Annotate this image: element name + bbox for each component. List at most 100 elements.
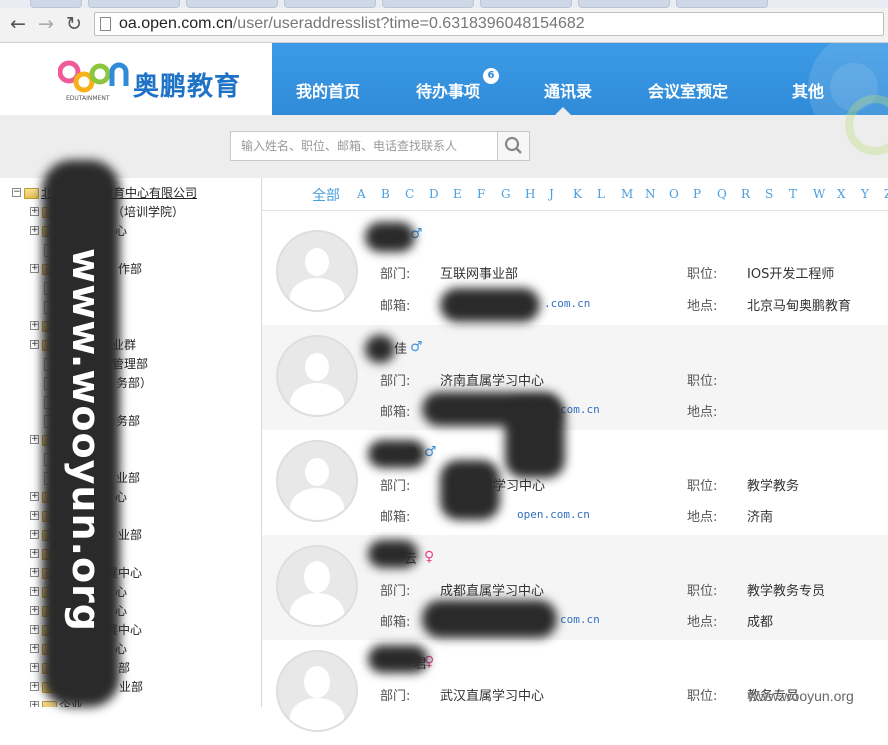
tree-node[interactable]: 管理部	[0, 355, 260, 374]
expand-icon[interactable]: +	[30, 663, 39, 672]
tree-node[interactable]: + 展中心	[0, 564, 260, 583]
browser-tab[interactable]	[382, 0, 474, 8]
tree-node[interactable]: + 业群	[0, 336, 260, 355]
tree-node[interactable]: + 展中心	[0, 621, 260, 640]
letter-a[interactable]: A	[357, 187, 366, 201]
browser-tab[interactable]	[88, 0, 180, 8]
tree-node[interactable]: +	[0, 545, 260, 564]
back-icon[interactable]: ←	[6, 12, 30, 36]
tree-node[interactable]: 务部）	[0, 374, 260, 393]
letter-f[interactable]: F	[477, 187, 485, 201]
reload-icon[interactable]: ↻	[62, 12, 86, 36]
expand-icon[interactable]: +	[30, 568, 39, 577]
letter-q[interactable]: Q	[717, 187, 727, 201]
tree-node[interactable]: +	[0, 317, 260, 336]
expand-icon[interactable]: +	[30, 511, 39, 520]
expand-icon[interactable]: +	[30, 226, 39, 235]
expand-icon[interactable]: +	[30, 207, 39, 216]
browser-tab[interactable]	[676, 0, 768, 8]
tree-node[interactable]: + 心	[0, 602, 260, 621]
letter-z[interactable]: Z	[884, 187, 888, 201]
letter-j[interactable]: J	[549, 187, 554, 201]
letter-n[interactable]: N	[645, 187, 656, 201]
expand-icon[interactable]: +	[30, 549, 39, 558]
collapse-icon[interactable]: −	[12, 188, 21, 197]
tree-root[interactable]: − 北 教育中心有限公司	[0, 184, 260, 203]
letter-s[interactable]: S	[765, 187, 773, 201]
browser-tab[interactable]	[480, 0, 572, 8]
contact-card[interactable]: 佳 ♂ 部门: 济南直属学习中心 邮箱: com.cn 职位: 地点:	[262, 325, 888, 430]
email-value[interactable]: open.com.cn	[517, 508, 590, 521]
letter-x[interactable]: X	[837, 187, 846, 201]
nav-todo[interactable]: 待办事项	[416, 43, 480, 115]
letter-y[interactable]: Y	[861, 187, 869, 201]
search-button[interactable]	[497, 131, 530, 161]
expand-icon[interactable]: +	[30, 264, 39, 273]
nav-meeting-room[interactable]: 会议室预定	[648, 43, 728, 115]
expand-icon[interactable]: +	[30, 606, 39, 615]
browser-tab[interactable]	[578, 0, 670, 8]
forward-icon[interactable]: →	[34, 12, 58, 36]
tree-node[interactable]: +	[0, 507, 260, 526]
tree-node[interactable]: + 部	[0, 659, 260, 678]
tree-node[interactable]	[0, 393, 260, 412]
expand-icon[interactable]: +	[30, 530, 39, 539]
tree-node[interactable]: + 心	[0, 583, 260, 602]
expand-icon[interactable]: +	[30, 701, 39, 707]
letter-r[interactable]: R	[741, 187, 750, 201]
address-bar[interactable]: oa.open.com.cn/user/useraddresslist?time…	[94, 12, 884, 36]
contact-card[interactable]: ♂ 部门: 互联网事业部 邮箱: .com.cn 职位: IOS开发工程师 地点…	[262, 220, 888, 325]
nav-contacts[interactable]: 通讯录	[544, 43, 592, 115]
letter-l[interactable]: L	[597, 187, 605, 201]
letter-e[interactable]: E	[453, 187, 462, 201]
expand-icon[interactable]: +	[30, 625, 39, 634]
letter-k[interactable]: K	[573, 187, 582, 201]
open-logo-icon[interactable]: EDUTAINMENT	[58, 58, 130, 102]
filter-all[interactable]: 全部	[312, 185, 340, 205]
browser-tab[interactable]	[186, 0, 278, 8]
tree-node[interactable]: + 作部	[0, 260, 260, 279]
letter-t[interactable]: T	[789, 187, 797, 201]
tree-node[interactable]: 业部	[0, 469, 260, 488]
expand-icon[interactable]: +	[30, 340, 39, 349]
tree-node[interactable]: +职业 业部	[0, 678, 260, 697]
letter-h[interactable]: H	[525, 187, 535, 201]
tree-node[interactable]	[0, 279, 260, 298]
email-value[interactable]: com.cn	[560, 403, 600, 416]
nav-other[interactable]: 其他	[792, 43, 824, 115]
letter-g[interactable]: G	[501, 187, 511, 201]
nav-home[interactable]: 我的首页	[296, 43, 360, 115]
letter-c[interactable]: C	[405, 187, 414, 201]
letter-d[interactable]: D	[429, 187, 439, 201]
contact-card[interactable]: 雷 ♂ 部门: 直属学习中心 邮箱: open.com.cn 职位: 教学教务 …	[262, 430, 888, 535]
tree-node[interactable]	[0, 450, 260, 469]
browser-tab[interactable]	[284, 0, 376, 8]
tree-node[interactable]: + （培训学院）	[0, 203, 260, 222]
tree-node[interactable]: + 业部	[0, 526, 260, 545]
email-value[interactable]: com.cn	[560, 613, 600, 626]
letter-m[interactable]: M	[621, 187, 633, 201]
expand-icon[interactable]: +	[30, 644, 39, 653]
tree-node[interactable]: +	[0, 431, 260, 450]
tree-node[interactable]: + 心	[0, 222, 260, 241]
expand-icon[interactable]: +	[30, 435, 39, 444]
expand-icon[interactable]: +	[30, 587, 39, 596]
expand-icon[interactable]: +	[30, 682, 39, 691]
letter-o[interactable]: O	[669, 187, 679, 201]
letter-p[interactable]: P	[693, 187, 701, 201]
letter-b[interactable]: B	[381, 187, 390, 201]
tree-node[interactable]: + 心	[0, 488, 260, 507]
location-value: 成都	[747, 615, 774, 630]
letter-w[interactable]: W	[813, 187, 825, 201]
tree-node[interactable]: +企业	[0, 697, 260, 707]
tree-node[interactable]: + 心	[0, 640, 260, 659]
email-value[interactable]: .com.cn	[544, 297, 590, 310]
tree-node[interactable]	[0, 241, 260, 260]
contact-search-input[interactable]: 输入姓名、职位、邮箱、电话查找联系人	[230, 131, 498, 161]
tree-node[interactable]: 务部	[0, 412, 260, 431]
browser-tab[interactable]	[30, 0, 82, 8]
expand-icon[interactable]: +	[30, 321, 39, 330]
tree-node[interactable]	[0, 298, 260, 317]
expand-icon[interactable]: +	[30, 492, 39, 501]
contact-card[interactable]: 云 ♀ 部门: 成都直属学习中心 邮箱: com.cn 职位: 教学教务专员 地…	[262, 535, 888, 640]
